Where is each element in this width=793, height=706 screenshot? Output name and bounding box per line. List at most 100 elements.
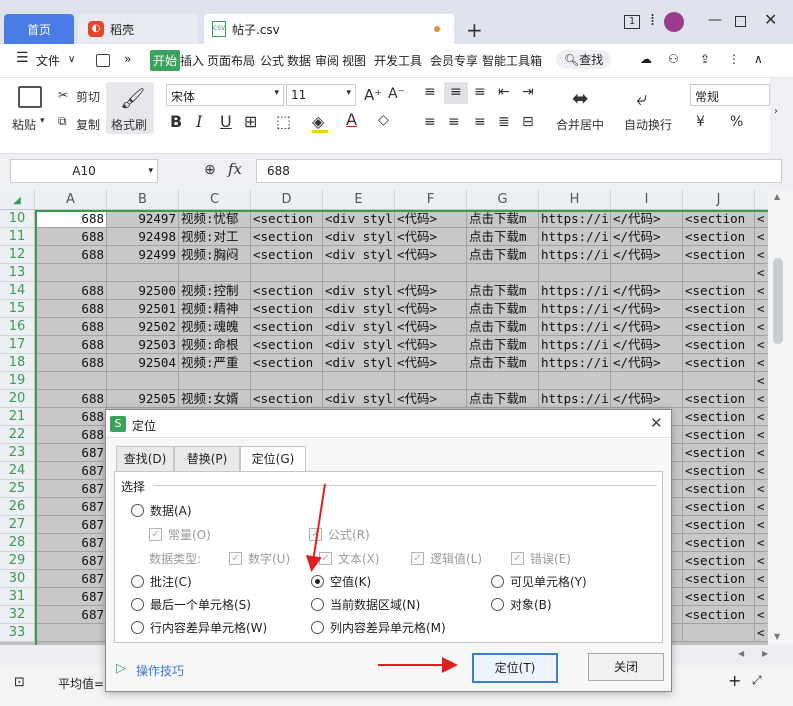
row-header[interactable]: 24 [0,462,35,480]
row-header[interactable]: 15 [0,300,35,318]
table-cell[interactable] [539,264,611,282]
row-header[interactable]: 26 [0,498,35,516]
font-grow-icon[interactable]: A⁺ [364,86,382,104]
column-header[interactable]: F [395,190,467,210]
table-cell[interactable]: < [755,210,768,228]
row-header[interactable]: 22 [0,426,35,444]
align-left-icon[interactable]: ≡ [424,114,436,130]
align-center-icon[interactable]: ≡ [448,114,460,130]
table-cell[interactable]: 点击下载m [467,336,539,354]
table-cell[interactable]: <div styl [323,228,395,246]
table-cell[interactable]: 687 [35,498,107,516]
table-cell[interactable]: 688 [35,336,107,354]
check-constant[interactable]: ✓ 常量(O) [149,526,211,543]
table-cell[interactable]: < [755,354,768,372]
align-right-icon[interactable]: ≡ [474,114,486,130]
currency-button[interactable]: ¥ [696,114,705,130]
menu-smart-toolbox[interactable]: 智能工具箱 [482,52,542,69]
font-shrink-icon[interactable]: A⁻ [388,86,405,102]
table-cell[interactable]: 688 [35,246,107,264]
table-cell[interactable]: 视频:精神 [179,300,251,318]
table-cell[interactable]: 688 [35,228,107,246]
row-header[interactable]: 32 [0,606,35,624]
check-number[interactable]: ✓ 数字(U) [229,550,290,567]
table-cell[interactable]: <代码> [395,354,467,372]
tab-find[interactable]: 查找(D) [116,446,174,472]
table-cell[interactable]: <section [683,444,755,462]
table-cell[interactable]: https://i [539,300,611,318]
table-cell[interactable]: <section [251,354,323,372]
new-tab-icon[interactable]: + [466,18,483,42]
bold-icon[interactable]: B [170,112,182,131]
menu-formula[interactable]: 公式 [260,52,284,69]
table-cell[interactable]: <section [683,588,755,606]
table-cell[interactable]: 点击下载m [467,210,539,228]
table-cell[interactable] [467,372,539,390]
scroll-thumb[interactable] [773,258,783,344]
table-cell[interactable] [683,264,755,282]
collapse-ribbon-icon[interactable]: ∧ [754,52,763,66]
menu-review[interactable]: 审阅 [315,52,339,69]
table-cell[interactable] [467,264,539,282]
table-cell[interactable]: <代码> [395,210,467,228]
table-cell[interactable]: <section [683,318,755,336]
table-cell[interactable]: 视频:女婿 [179,390,251,408]
table-cell[interactable]: <section [251,300,323,318]
font-name-select[interactable]: 宋体 ▾ [166,84,284,106]
column-header[interactable]: G [467,190,539,210]
tab-home[interactable]: 首页 [4,14,74,44]
table-cell[interactable] [395,264,467,282]
option-comment[interactable]: 批注(C) [131,573,192,590]
option-blank[interactable]: 空值(K) [311,573,371,590]
menu-developer[interactable]: 开发工具 [374,52,422,69]
indent-decrease-icon[interactable]: ⇤ [498,84,510,100]
row-header[interactable]: 27 [0,516,35,534]
table-cell[interactable]: </代码> [611,210,683,228]
table-cell[interactable]: < [755,606,768,624]
check-formula[interactable]: ✓ 公式(R) [309,526,370,543]
table-cell[interactable]: https://i [539,228,611,246]
table-cell[interactable] [611,264,683,282]
option-row-diff[interactable]: 行内容差异单元格(W) [131,619,267,636]
table-cell[interactable]: <div styl [323,246,395,264]
table-cell[interactable]: 687 [35,570,107,588]
table-cell[interactable]: < [755,408,768,426]
table-cell[interactable]: https://i [539,246,611,264]
table-cell[interactable]: <代码> [395,300,467,318]
table-cell[interactable]: <div styl [323,354,395,372]
table-cell[interactable]: 687 [35,516,107,534]
table-cell[interactable]: https://i [539,336,611,354]
table-cell[interactable] [323,372,395,390]
table-cell[interactable]: < [755,588,768,606]
table-cell[interactable]: https://i [539,210,611,228]
table-cell[interactable]: < [755,462,768,480]
table-cell[interactable]: https://i [539,282,611,300]
more-icon[interactable]: » [124,52,131,66]
table-cell[interactable]: <section [251,228,323,246]
table-cell[interactable]: 92502 [107,318,179,336]
option-visible[interactable]: 可见单元格(Y) [491,573,587,590]
scroll-down-icon[interactable]: ▼ [774,632,780,641]
menu-grid-icon[interactable]: ⁞ [650,10,655,29]
table-cell[interactable] [611,372,683,390]
table-cell[interactable]: </代码> [611,300,683,318]
table-cell[interactable] [179,264,251,282]
table-cell[interactable]: 92501 [107,300,179,318]
number-format-select[interactable]: 常规 [690,84,770,106]
justify-icon[interactable]: ≣ [498,114,510,130]
table-cell[interactable]: 92498 [107,228,179,246]
option-last-cell[interactable]: 最后一个单元格(S) [131,596,251,613]
row-header[interactable]: 25 [0,480,35,498]
table-cell[interactable]: 687 [35,588,107,606]
table-cell[interactable]: 687 [35,552,107,570]
align-bottom-icon[interactable]: ≡ [474,84,486,100]
distributed-icon[interactable]: ⊟ [522,114,534,130]
row-header[interactable]: 19 [0,372,35,390]
wrap-text-button[interactable]: 自动换行 [624,116,672,133]
table-cell[interactable]: 687 [35,606,107,624]
table-cell[interactable]: < [755,246,768,264]
table-cell[interactable]: 92497 [107,210,179,228]
minimize-icon[interactable]: — [708,12,722,28]
table-cell[interactable]: 视频:胸闷 [179,246,251,264]
table-cell[interactable]: </代码> [611,390,683,408]
